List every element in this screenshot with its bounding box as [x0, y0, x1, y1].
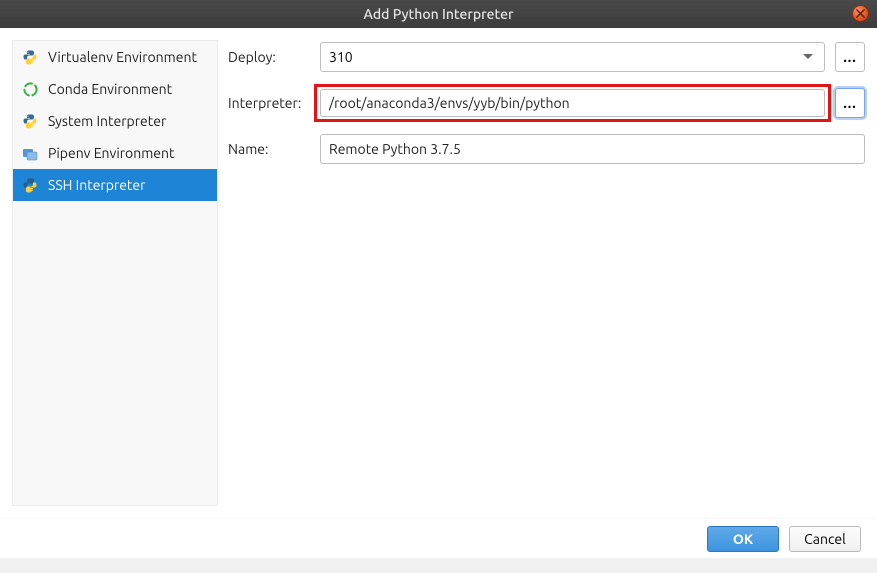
sidebar-item-pipenv[interactable]: Pipenv Environment	[13, 137, 217, 169]
sidebar-item-virtualenv[interactable]: Virtualenv Environment	[13, 41, 217, 73]
ellipsis-icon: ...	[843, 95, 856, 111]
window-close-button[interactable]	[852, 5, 869, 22]
name-label: Name:	[228, 141, 320, 157]
close-icon	[856, 9, 865, 18]
deploy-label: Deploy:	[228, 49, 320, 65]
interpreter-browse-button[interactable]: ...	[835, 88, 865, 118]
python-ssh-icon	[21, 176, 39, 194]
deploy-dropdown[interactable]: 310	[320, 42, 825, 72]
cancel-button[interactable]: Cancel	[789, 526, 861, 552]
python-icon	[21, 48, 39, 66]
interpreter-path-input[interactable]	[320, 89, 825, 117]
pipenv-icon	[21, 144, 39, 162]
interpreter-row: Interpreter: ...	[228, 88, 865, 118]
sidebar-item-label: System Interpreter	[48, 113, 166, 129]
sidebar-item-label: Virtualenv Environment	[48, 49, 197, 65]
sidebar-item-label: SSH Interpreter	[48, 177, 145, 193]
sidebar-item-conda[interactable]: Conda Environment	[13, 73, 217, 105]
deploy-browse-button[interactable]: ...	[835, 42, 865, 72]
sidebar-item-label: Pipenv Environment	[48, 145, 175, 161]
deploy-value: 310	[329, 49, 353, 65]
conda-icon	[21, 80, 39, 98]
chevron-down-icon	[798, 43, 818, 71]
sidebar-item-label: Conda Environment	[48, 81, 172, 97]
python-icon	[21, 112, 39, 130]
ok-button[interactable]: OK	[707, 526, 779, 552]
interpreter-type-sidebar: Virtualenv Environment Conda Environment…	[12, 40, 218, 506]
dialog-footer: OK Cancel	[0, 518, 877, 558]
deploy-row: Deploy: 310 ...	[228, 42, 865, 72]
interpreter-label: Interpreter:	[228, 95, 320, 111]
name-input[interactable]	[320, 134, 865, 164]
ellipsis-icon: ...	[843, 49, 856, 65]
interpreter-highlight	[314, 84, 831, 122]
dialog-title: Add Python Interpreter	[364, 6, 514, 22]
dialog-body: Virtualenv Environment Conda Environment…	[0, 28, 877, 518]
main-panel: Deploy: 310 ... Interpreter:	[228, 40, 865, 506]
name-row: Name:	[228, 134, 865, 164]
titlebar: Add Python Interpreter	[0, 0, 877, 28]
sidebar-item-ssh[interactable]: SSH Interpreter	[13, 169, 217, 201]
sidebar-item-system[interactable]: System Interpreter	[13, 105, 217, 137]
